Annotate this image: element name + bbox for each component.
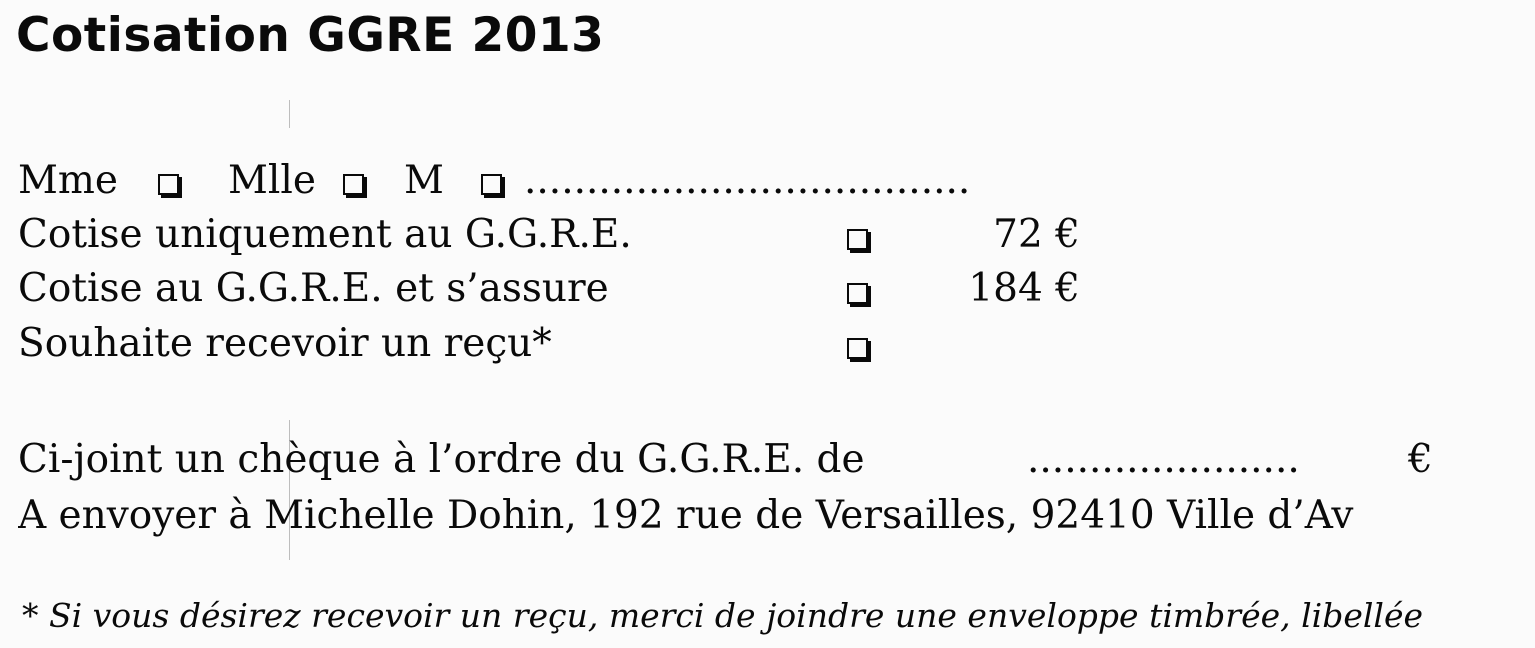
- civility-mlle-checkbox[interactable]: [343, 174, 364, 195]
- civility-m-label: M: [404, 158, 444, 203]
- option-label-receipt: Souhaite recevoir un reçu*: [18, 321, 552, 366]
- cheque-text: Ci-joint un chèque à l’ordre du G.G.R.E.…: [18, 437, 865, 482]
- mailing-address: A envoyer à Michelle Dohin, 192 rue de V…: [18, 493, 1354, 538]
- option-receipt-checkbox[interactable]: [847, 338, 868, 359]
- name-field-line[interactable]: ....................................: [524, 158, 1535, 203]
- option-ggre-insurance-price: 184 €: [968, 266, 1080, 311]
- receipt-footnote: * Si vous désirez recevoir un reçu, merc…: [22, 596, 1424, 635]
- cheque-amount-line[interactable]: ......................: [1027, 437, 1387, 482]
- option-ggre-only-checkbox[interactable]: [847, 229, 868, 250]
- option-ggre-insurance-checkbox[interactable]: [847, 283, 868, 304]
- option-label-ggre-only: Cotise uniquement au G.G.R.E.: [18, 212, 632, 257]
- option-label-ggre-insurance: Cotise au G.G.R.E. et s’assure: [18, 266, 609, 311]
- civility-mme-checkbox[interactable]: [158, 174, 179, 195]
- form-title: Cotisation GGRE 2013: [16, 8, 605, 63]
- option-ggre-only-price: 72 €: [993, 212, 1080, 257]
- civility-mme-label: Mme: [18, 158, 118, 203]
- civility-mlle-label: Mlle: [228, 158, 316, 203]
- civility-m-checkbox[interactable]: [481, 174, 502, 195]
- cheque-currency: €: [1408, 437, 1433, 482]
- paper-crease-mark: [289, 100, 290, 128]
